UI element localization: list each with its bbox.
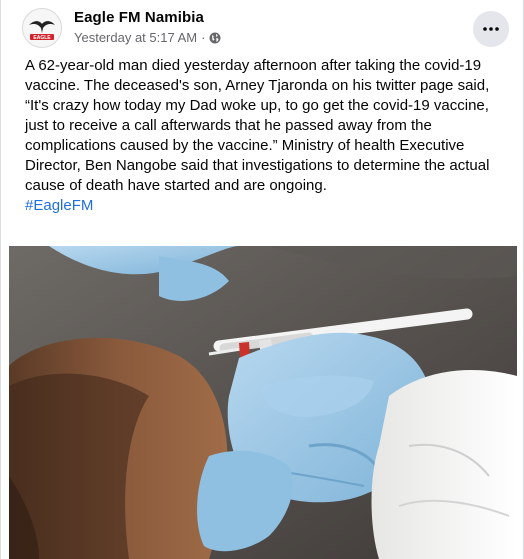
facebook-post-card: EAGLE Eagle FM Namibia Yesterday at 5:17… (0, 0, 524, 559)
page-avatar[interactable]: EAGLE (22, 8, 62, 48)
hashtag-link[interactable]: #EagleFM (25, 197, 93, 214)
more-options-button[interactable] (473, 11, 509, 47)
post-message: A 62-year-old man died yesterday afterno… (25, 57, 490, 194)
post-body: A 62-year-old man died yesterday afterno… (25, 56, 503, 216)
page-name-link[interactable]: Eagle FM Namibia (74, 9, 204, 26)
globe-icon (209, 32, 221, 43)
post-header: EAGLE Eagle FM Namibia Yesterday at 5:17… (1, 0, 523, 56)
eagle-logo-icon: EAGLE (23, 9, 61, 47)
post-photo[interactable] (9, 246, 517, 559)
vaccination-photo (9, 246, 517, 559)
ellipsis-icon (483, 27, 499, 31)
post-meta: Yesterday at 5:17 AM · (74, 30, 221, 45)
meta-separator: · (201, 30, 206, 45)
post-timestamp[interactable]: Yesterday at 5:17 AM (74, 30, 197, 45)
avatar-logo-text: EAGLE (33, 35, 51, 41)
